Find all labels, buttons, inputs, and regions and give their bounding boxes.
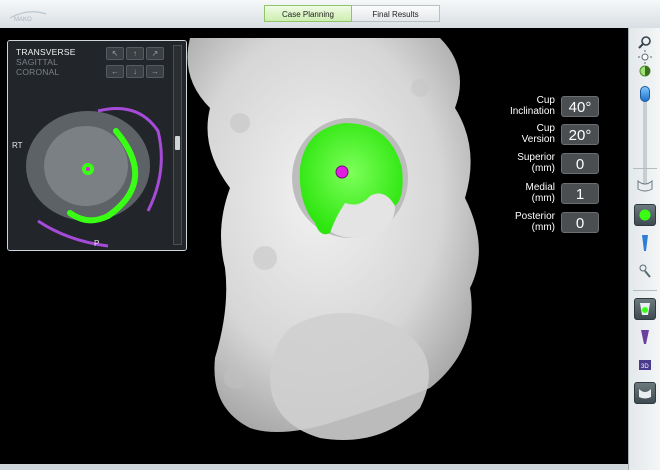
- zoom-slider-thumb[interactable]: [640, 86, 650, 102]
- orientation-p-label: P: [94, 239, 100, 248]
- arrow-left-icon[interactable]: ←: [106, 65, 124, 78]
- arrow-down-icon[interactable]: ↓: [126, 65, 144, 78]
- measurement-superior: Superior (mm) 0: [497, 152, 599, 174]
- slice-scrollbar[interactable]: [173, 45, 182, 245]
- measurement-medial: Medial (mm) 1: [497, 182, 599, 204]
- measurement-label: Cup Inclination: [497, 95, 555, 117]
- measurement-label-line: Cup: [536, 123, 555, 134]
- femur-plan-icon[interactable]: [634, 326, 656, 348]
- measurement-label: Superior (mm): [497, 152, 555, 174]
- measurement-label-line: Inclination: [509, 106, 555, 117]
- measurement-cup-inclination: Cup Inclination 40°: [497, 95, 599, 117]
- measurement-label-line: Medial: [525, 182, 555, 193]
- measurement-label-line: Posterior: [514, 211, 555, 222]
- measurement-label: Posterior (mm): [497, 211, 555, 233]
- toolbar-divider: [633, 168, 657, 169]
- right-toolbar: 3D: [628, 28, 660, 470]
- cup-implant-icon[interactable]: [634, 204, 656, 226]
- ct-slice-inset[interactable]: TRANSVERSE SAGITTAL CORONAL RT P ↖ ↑ ↗ ←…: [7, 40, 187, 251]
- bone-texture: [230, 113, 250, 133]
- view-transverse[interactable]: TRANSVERSE: [16, 47, 76, 57]
- cup-inclination-value[interactable]: 40°: [561, 95, 599, 117]
- measurement-label: Cup Version: [497, 123, 555, 145]
- slice-scrollbar-thumb[interactable]: [175, 136, 180, 150]
- svg-text:MAKO: MAKO: [14, 17, 32, 22]
- cup-center-marker[interactable]: [335, 165, 349, 179]
- arrow-right-icon[interactable]: →: [146, 65, 164, 78]
- measurement-label-line: (mm): [531, 193, 555, 204]
- ischium: [270, 313, 429, 440]
- view-sagittal[interactable]: SAGITTAL: [16, 57, 76, 67]
- cup-plan-icon[interactable]: [634, 298, 656, 320]
- reduction-icon[interactable]: [634, 260, 656, 282]
- full-pelvis-icon[interactable]: [634, 382, 656, 404]
- tab-final-results[interactable]: Final Results: [352, 5, 440, 22]
- orientation-rt-label: RT: [12, 141, 23, 150]
- arrow-up-right-icon[interactable]: ↗: [146, 47, 164, 60]
- measurement-label-line: Cup: [536, 95, 555, 106]
- cup-version-value[interactable]: 20°: [561, 123, 599, 145]
- 3d-view-icon[interactable]: 3D: [634, 354, 656, 376]
- toolbar-divider: [633, 290, 657, 291]
- bone-texture: [224, 367, 246, 389]
- superior-value[interactable]: 0: [561, 152, 599, 174]
- measurement-label-line: Superior: [517, 152, 555, 163]
- contrast-icon[interactable]: [634, 60, 656, 82]
- view-selector: TRANSVERSE SAGITTAL CORONAL: [16, 47, 76, 77]
- medial-value[interactable]: 1: [561, 182, 599, 204]
- posterior-value[interactable]: 0: [561, 211, 599, 233]
- stem-implant-icon[interactable]: [634, 232, 656, 254]
- top-bar: MAKO Case Planning Final Results: [0, 0, 660, 29]
- measurement-label-line: (mm): [531, 222, 555, 233]
- 3d-viewport[interactable]: TRANSVERSE SAGITTAL CORONAL RT P ↖ ↑ ↗ ←…: [0, 28, 628, 464]
- view-coronal[interactable]: CORONAL: [16, 67, 76, 77]
- measurement-cup-version: Cup Version 20°: [497, 123, 599, 145]
- pelvis-view-icon[interactable]: [634, 176, 656, 198]
- tab-case-planning[interactable]: Case Planning: [264, 5, 352, 22]
- workflow-tabs: Case Planning Final Results: [264, 5, 440, 22]
- bone-texture: [411, 79, 429, 97]
- measurement-label-line: Version: [521, 134, 555, 145]
- arrow-up-left-icon[interactable]: ↖: [106, 47, 124, 60]
- svg-text:3D: 3D: [641, 364, 649, 370]
- slice-nav-pad: ↖ ↑ ↗ ← ↓ →: [104, 45, 168, 89]
- bone-texture: [253, 246, 277, 270]
- measurement-label-line: (mm): [531, 163, 555, 174]
- measurement-label: Medial (mm): [497, 182, 555, 204]
- bottom-strip: [0, 464, 628, 470]
- measurement-posterior: Posterior (mm) 0: [497, 211, 599, 233]
- app-logo: MAKO: [9, 11, 47, 22]
- arrow-up-icon[interactable]: ↑: [126, 47, 144, 60]
